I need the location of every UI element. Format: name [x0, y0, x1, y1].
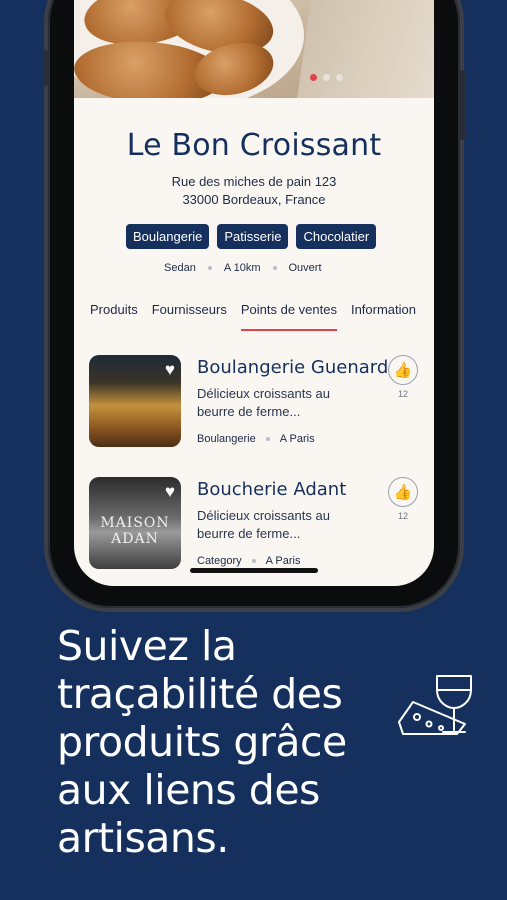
shop-meta: Sedan A 10km Ouvert: [164, 262, 322, 274]
thumbs-up-icon[interactable]: 👍: [388, 355, 418, 385]
card-meta: Boulangerie A Paris: [197, 433, 315, 445]
headline-line: produits grâce: [57, 718, 347, 766]
category-tags: Boulangerie Patisserie Chocolatier: [126, 224, 377, 249]
card-description-line: beurre de ferme...: [197, 404, 301, 419]
headline-line: aux liens des: [57, 766, 320, 814]
home-indicator[interactable]: [190, 568, 318, 573]
carousel-dot[interactable]: [336, 74, 343, 81]
thumbnail-sign-text: MAISON ADAN: [100, 515, 170, 547]
shop-thumbnail[interactable]: MAISON ADAN ♥: [89, 477, 181, 569]
thumbs-up-icon[interactable]: 👍: [388, 477, 418, 507]
tab-fournisseurs[interactable]: Fournisseurs: [152, 302, 227, 325]
card-description-line: Délicieux croissants au: [197, 508, 330, 523]
address-line-2: 33000 Bordeaux, France: [182, 192, 326, 207]
phone-side-button: [43, 50, 48, 86]
carousel-dots[interactable]: [310, 74, 343, 81]
card-description-line: beurre de ferme...: [197, 526, 301, 541]
like-widget[interactable]: 👍 12: [387, 355, 419, 399]
hero-image[interactable]: [74, 0, 434, 98]
card-description-line: Délicieux croissants au: [197, 386, 330, 401]
shop-thumbnail[interactable]: ♥: [89, 355, 181, 447]
app-screen: Le Bon Croissant Rue des miches de pain …: [74, 0, 434, 586]
like-count: 12: [397, 389, 408, 399]
meta-distance: A 10km: [223, 262, 261, 274]
carousel-dot[interactable]: [310, 74, 317, 81]
separator-dot: [265, 437, 270, 441]
heart-icon[interactable]: ♥: [165, 483, 175, 500]
card-category: Boulangerie: [197, 433, 256, 445]
headline-line: artisans.: [57, 814, 229, 862]
card-title[interactable]: Boulangerie Guenard: [197, 357, 388, 378]
shop-title: Le Bon Croissant: [126, 128, 382, 163]
meta-status: Ouvert: [288, 262, 322, 274]
separator-dot: [251, 559, 256, 563]
headline-line: traçabilité des: [57, 670, 343, 718]
separator-dot: [272, 266, 277, 270]
card-location: A Paris: [265, 555, 301, 567]
address-line-1: Rue des miches de pain 123: [171, 174, 337, 189]
tab-produits[interactable]: Produits: [90, 302, 138, 325]
heart-icon[interactable]: ♥: [165, 361, 175, 378]
promo-headline: Suivez la traçabilité des produits grâce…: [57, 622, 387, 862]
tab-information[interactable]: Information: [351, 302, 416, 325]
headline-line: Suivez la: [57, 622, 237, 670]
like-widget[interactable]: 👍 12: [387, 477, 419, 521]
separator-dot: [207, 266, 212, 270]
tab-points-de-ventes[interactable]: Points de ventes: [240, 302, 338, 331]
like-count: 12: [397, 511, 408, 521]
card-location: A Paris: [279, 433, 315, 445]
card-category: Category: [197, 555, 242, 567]
card-meta: Category A Paris: [197, 555, 301, 567]
tag-boulangerie[interactable]: Boulangerie: [126, 224, 210, 249]
card-title[interactable]: Boucherie Adant: [197, 479, 346, 500]
card-description: Délicieux croissants au beurre de ferme.…: [197, 507, 357, 543]
meta-city: Sedan: [164, 262, 196, 274]
carousel-dot[interactable]: [323, 74, 330, 81]
tag-patisserie[interactable]: Patisserie: [217, 224, 289, 249]
cheese-wine-icon: [398, 675, 472, 735]
tab-bar: Produits Fournisseurs Points de ventes I…: [90, 302, 416, 331]
wood-board: [295, 0, 434, 98]
card-description: Délicieux croissants au beurre de ferme.…: [197, 385, 357, 421]
list-item[interactable]: MAISON ADAN ♥ Boucherie Adant Délicieux …: [89, 477, 419, 569]
tag-chocolatier[interactable]: Chocolatier: [296, 224, 377, 249]
list-item[interactable]: ♥ Boulangerie Guenard Délicieux croissan…: [89, 355, 419, 447]
phone-side-button: [460, 70, 465, 140]
